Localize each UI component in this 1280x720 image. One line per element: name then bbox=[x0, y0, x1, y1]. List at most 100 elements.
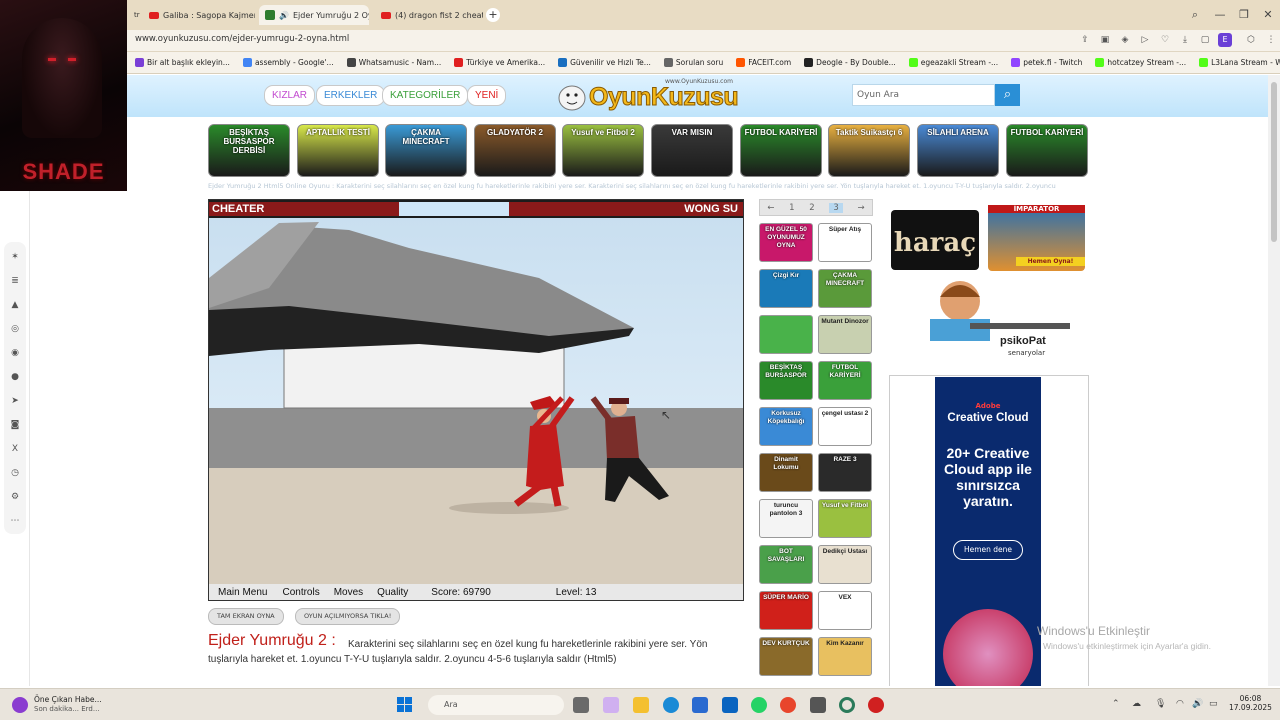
wifi-icon[interactable]: ◠ bbox=[1176, 699, 1184, 709]
mic-icon[interactable]: 🎙 bbox=[1155, 699, 1166, 709]
tray-chevron-icon[interactable]: ⌃ bbox=[1112, 699, 1120, 709]
news-title[interactable]: Öne Çıkan Habe... bbox=[34, 695, 102, 704]
side-game-thumb[interactable]: BOT SAVAŞLARI bbox=[759, 545, 813, 584]
search-input[interactable]: Oyun Ara bbox=[852, 84, 995, 106]
featured-game-thumb[interactable]: Yusuf ve Fitbol 2 bbox=[562, 124, 644, 177]
bookmark-item[interactable]: hotcatzey Stream -... bbox=[1095, 58, 1186, 67]
app-icon[interactable] bbox=[810, 697, 826, 713]
harac-ad[interactable]: haraç bbox=[891, 210, 979, 270]
featured-game-thumb[interactable]: SİLAHLI ARENA bbox=[917, 124, 999, 177]
game-scene[interactable]: ↖ bbox=[209, 218, 743, 586]
featured-game-thumb[interactable]: BEŞİKTAŞ BURSASPOR DERBİSİ bbox=[208, 124, 290, 177]
whatsapp-taskbar-icon[interactable] bbox=[751, 697, 767, 713]
speaker-icon[interactable]: 🔊 bbox=[279, 11, 289, 20]
imparator-ad[interactable]: İMPARATOR Hemen Oyna! bbox=[988, 205, 1085, 271]
quality-button[interactable]: Quality bbox=[377, 587, 408, 598]
psikopat-ad[interactable]: psikoPat senaryolar bbox=[900, 273, 1075, 361]
minimize-button[interactable]: — bbox=[1212, 7, 1228, 23]
box-icon[interactable]: ▢ bbox=[1199, 34, 1211, 46]
bookmark-item[interactable]: Güvenilir ve Hızlı Te... bbox=[558, 58, 651, 67]
taskbar-search[interactable]: Ara bbox=[428, 695, 564, 715]
download-icon[interactable]: ⤓ bbox=[1179, 34, 1191, 46]
bookmark-item[interactable]: Türkiye ve Amerika... bbox=[454, 58, 545, 67]
task-view-icon[interactable] bbox=[573, 697, 589, 713]
main-menu-button[interactable]: Main Menu bbox=[218, 587, 267, 598]
bookmark-item[interactable]: FACEIT.com bbox=[736, 58, 791, 67]
shield-icon[interactable]: ◈ bbox=[1119, 34, 1131, 46]
explorer-icon[interactable] bbox=[633, 697, 649, 713]
side-game-thumb[interactable]: EN GÜZEL 50 OYUNUMUZ OYNA bbox=[759, 223, 813, 262]
menu-icon[interactable]: ⋮ bbox=[1265, 34, 1277, 46]
profile-avatar[interactable]: E bbox=[1218, 33, 1232, 47]
more-icon[interactable]: ⋯ bbox=[9, 514, 21, 529]
triangle-icon[interactable]: ▲ bbox=[9, 298, 21, 313]
featured-game-thumb[interactable]: ÇAKMA MINECRAFT bbox=[385, 124, 467, 177]
side-game-thumb[interactable]: turuncu pantolon 3 bbox=[759, 499, 813, 538]
side-game-thumb[interactable]: Yusuf ve Fitbol bbox=[818, 499, 872, 538]
bookmark-item[interactable]: Sorulan soru bbox=[663, 58, 723, 67]
side-game-thumb[interactable]: VEX bbox=[818, 591, 872, 630]
bookmark-item[interactable]: assembly - Google'... bbox=[242, 58, 334, 67]
start-button[interactable] bbox=[397, 697, 412, 712]
instagram2-icon[interactable]: ◙ bbox=[9, 418, 21, 433]
side-game-thumb[interactable]: Kim Kazanır bbox=[818, 637, 872, 676]
adobe-ad[interactable]: Adobe Creative Cloud 20+ Creative Cloud … bbox=[935, 377, 1041, 686]
play-icon[interactable]: ▷ bbox=[1139, 34, 1151, 46]
copilot-icon[interactable] bbox=[603, 697, 619, 713]
nav-erkekler[interactable]: ERKEKLER bbox=[317, 86, 385, 105]
featured-game-thumb[interactable]: VAR MISIN bbox=[651, 124, 733, 177]
nav-kategoriler[interactable]: KATEGORİLER bbox=[383, 86, 468, 105]
side-game-thumb[interactable]: Dinamit Lokumu bbox=[759, 453, 813, 492]
side-game-thumb[interactable]: DEV KURTÇUK bbox=[759, 637, 813, 676]
side-game-thumb[interactable]: Korkusuz Köpekbalığı bbox=[759, 407, 813, 446]
side-game-thumb[interactable]: çengel ustası 2 bbox=[818, 407, 872, 446]
extensions-icon[interactable]: ⬡ bbox=[1245, 34, 1257, 46]
side-game-thumb[interactable]: SÜPER MARİO bbox=[759, 591, 813, 630]
adobe-cta-button[interactable]: Hemen dene bbox=[953, 540, 1023, 560]
x-icon[interactable]: X bbox=[9, 442, 21, 457]
share-icon[interactable]: ⇪ bbox=[1079, 34, 1091, 46]
side-game-thumb[interactable] bbox=[759, 315, 813, 354]
featured-game-thumb[interactable]: GLADYATÖR 2 bbox=[474, 124, 556, 177]
url-text[interactable]: www.oyunkuzusu.com/ejder-yumrugu-2-oyna.… bbox=[135, 34, 349, 44]
clock[interactable]: 06:08 17.09.2025 bbox=[1229, 694, 1272, 712]
fullscreen-button[interactable]: TAM EKRAN OYNA bbox=[208, 608, 284, 625]
side-game-thumb[interactable]: Süper Atış bbox=[818, 223, 872, 262]
whatsapp-icon[interactable]: ● bbox=[9, 370, 21, 385]
side-game-thumb[interactable]: RAZE 3 bbox=[818, 453, 872, 492]
game-frame[interactable]: CHEATER WONG SU ↖ Main Menu Controls Mov… bbox=[208, 199, 744, 601]
tab-youtube-sagopa[interactable]: Galiba : Sagopa Kajmer × bbox=[143, 5, 255, 25]
messenger-icon[interactable]: ◉ bbox=[9, 346, 21, 361]
layers-icon[interactable]: ≣ bbox=[9, 274, 21, 289]
news-widget-icon[interactable] bbox=[12, 697, 28, 713]
page-2[interactable]: 2 bbox=[809, 203, 814, 213]
battery-icon[interactable]: ▭ bbox=[1209, 699, 1218, 709]
camera-icon[interactable]: ▣ bbox=[1099, 34, 1111, 46]
side-game-thumb[interactable]: BEŞİKTAŞ BURSASPOR bbox=[759, 361, 813, 400]
bookmark-item[interactable]: Deogle - By Double... bbox=[804, 58, 896, 67]
close-window-button[interactable]: ✕ bbox=[1260, 7, 1276, 23]
featured-game-thumb[interactable]: APTALLIK TESTİ bbox=[297, 124, 379, 177]
address-bar[interactable]: www.oyunkuzusu.com/ejder-yumrugu-2-oyna.… bbox=[127, 30, 1280, 52]
tab-youtube-dragon-fist[interactable]: (4) dragon fist 2 cheats × bbox=[375, 5, 483, 25]
side-game-thumb[interactable]: FUTBOL KARİYERİ bbox=[818, 361, 872, 400]
side-game-thumb[interactable]: Mutant Dinozor bbox=[818, 315, 872, 354]
restore-button[interactable]: ❐ bbox=[1236, 7, 1252, 23]
bookmark-item[interactable]: Bir alt başlık ekleyin... bbox=[135, 58, 230, 67]
side-game-thumb[interactable]: Dedikçi Ustası bbox=[818, 545, 872, 584]
cloud-icon[interactable]: ☁ bbox=[1132, 699, 1141, 709]
chrome-icon[interactable] bbox=[780, 697, 796, 713]
store-icon[interactable] bbox=[692, 697, 708, 713]
moves-button[interactable]: Moves bbox=[334, 587, 363, 598]
tab-overflow[interactable]: tr bbox=[128, 5, 140, 25]
side-game-thumb[interactable]: ÇAKMA MINECRAFT bbox=[818, 269, 872, 308]
new-tab-button[interactable]: + bbox=[486, 8, 500, 22]
site-logo[interactable]: www.OyunKuzusu.com OyunKuzusu bbox=[557, 77, 762, 115]
search-tabs-icon[interactable]: ⌕ bbox=[1187, 7, 1203, 23]
bookmark-item[interactable]: petek.fi - Twitch bbox=[1011, 58, 1082, 67]
page-1[interactable]: 1 bbox=[789, 203, 794, 213]
tab-ejder-yumrugu[interactable]: 🔊 Ejder Yumruğu 2 Oy bbox=[259, 5, 369, 25]
not-opening-button[interactable]: OYUN AÇILMIYORSA TIKLA! bbox=[295, 608, 401, 625]
volume-icon[interactable]: 🔊 bbox=[1192, 699, 1203, 709]
controls-button[interactable]: Controls bbox=[282, 587, 319, 598]
